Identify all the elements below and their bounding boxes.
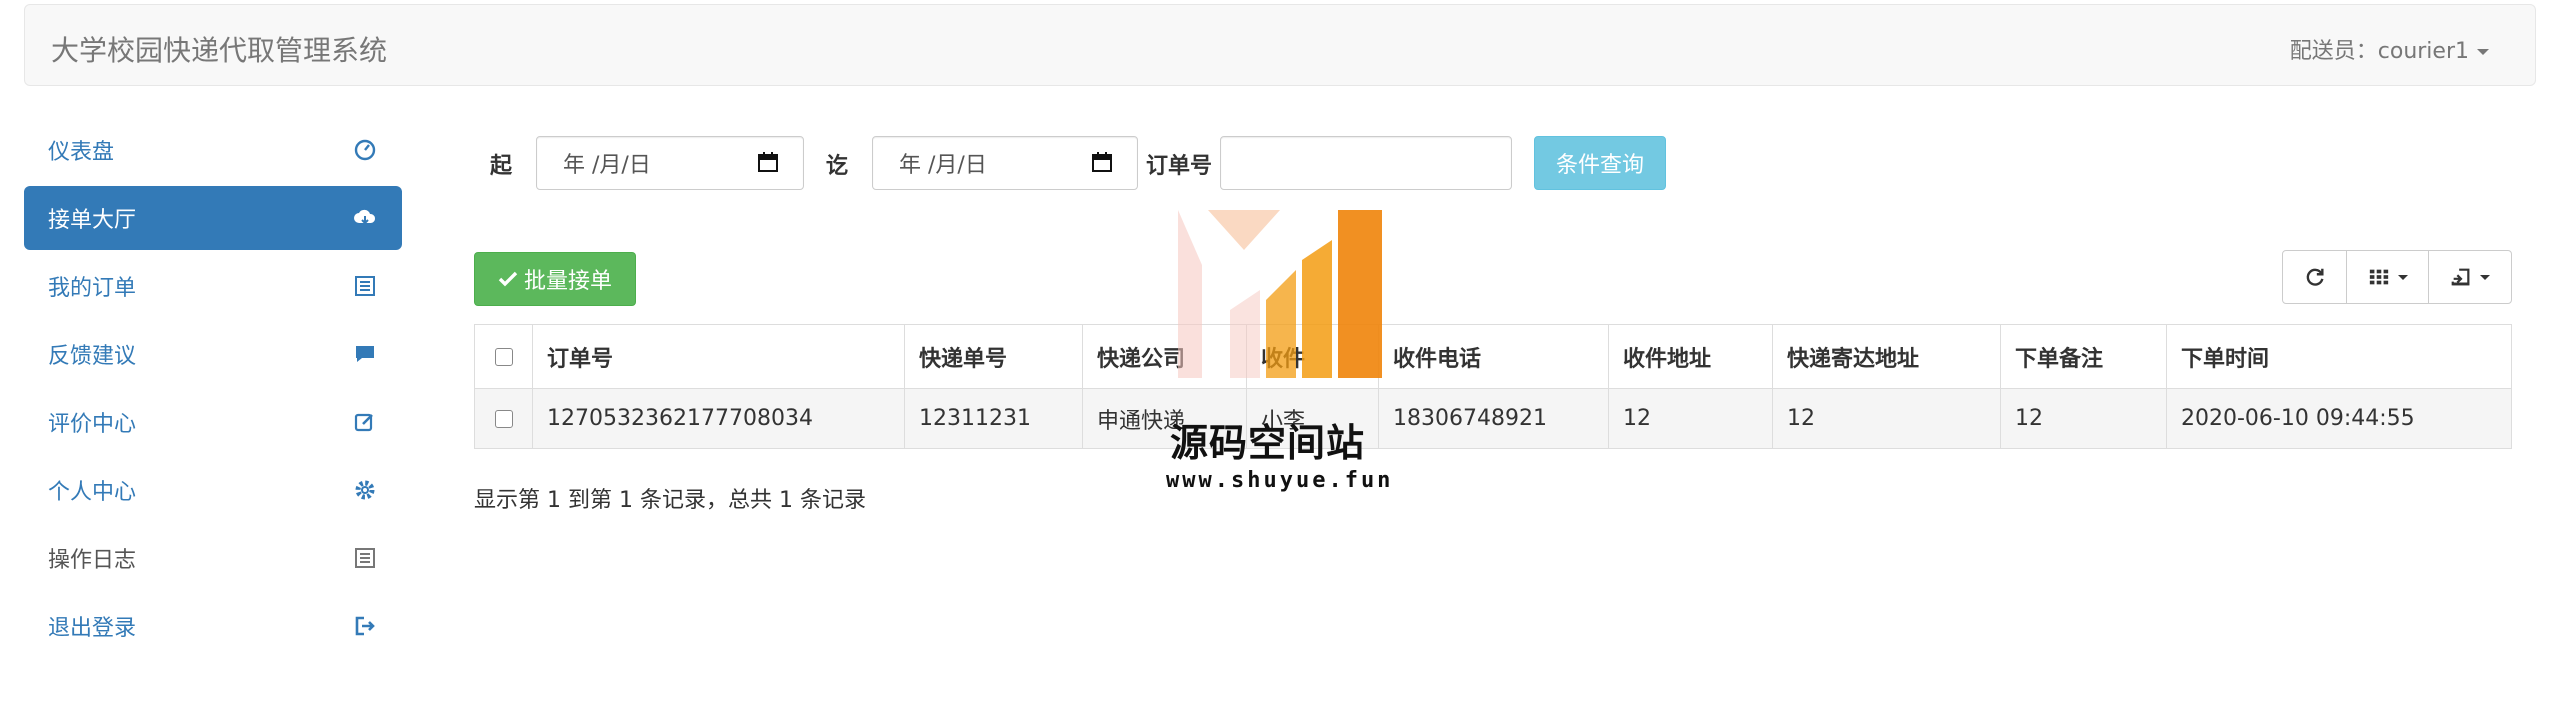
sidebar-nav: 仪表盘 接单大厅 我的订单 反馈建议 评价中心 个人中心 操作日志 退出登录	[24, 118, 402, 662]
end-date-value: 年 /月/日	[899, 153, 987, 178]
order-number-label: 订单号	[1146, 154, 1213, 179]
search-button[interactable]: 条件查询	[1534, 136, 1666, 190]
order-note-cell: 12	[2000, 388, 2167, 449]
start-date-input[interactable]: 年 /月/日	[536, 136, 804, 190]
sidebar-item-label: 退出登录	[48, 616, 137, 641]
sidebar-item-label: 反馈建议	[48, 344, 137, 369]
calendar-icon[interactable]	[757, 151, 779, 173]
app-title[interactable]: 大学校园快递代取管理系统	[51, 29, 387, 69]
watermark-title: 源码空间站	[1170, 421, 1366, 465]
check-icon	[498, 271, 518, 287]
caret-down-icon	[2477, 49, 2489, 55]
list-icon	[352, 545, 378, 571]
sidebar-item-order-hall[interactable]: 接单大厅	[24, 186, 402, 250]
comment-icon	[352, 341, 378, 367]
sidebar-item-label: 我的订单	[48, 276, 137, 301]
column-header[interactable]: 收件电话	[1378, 324, 1609, 389]
recipient-phone-cell: 18306748921	[1378, 388, 1609, 449]
order-number-input[interactable]	[1220, 136, 1512, 190]
pagination-info: 显示第 1 到第 1 条记录，总共 1 条记录	[474, 488, 866, 513]
sidebar-item-label: 评价中心	[48, 412, 137, 437]
caret-down-icon	[2397, 274, 2408, 280]
export-icon	[2451, 268, 2470, 286]
column-header[interactable]: 下单时间	[2166, 324, 2512, 389]
column-header[interactable]: 订单号	[532, 324, 905, 389]
sidebar-item-profile[interactable]: 个人中心	[24, 458, 402, 522]
refresh-icon	[2306, 268, 2324, 286]
order-number-cell: 1270532362177708034	[532, 388, 905, 449]
select-all-cell	[474, 324, 533, 389]
start-date-label: 起	[490, 154, 513, 179]
select-all-checkbox[interactable]	[494, 348, 513, 366]
sidebar-item-dashboard[interactable]: 仪表盘	[24, 118, 402, 182]
table-header-row: 订单号 快递单号 快递公司 收件 收件电话 收件地址 快递寄达地址 下单备注 下…	[474, 324, 2512, 389]
export-button[interactable]	[2429, 251, 2511, 303]
column-header[interactable]: 下单备注	[2000, 324, 2167, 389]
column-header[interactable]: 收件地址	[1608, 324, 1773, 389]
refresh-button[interactable]	[2283, 251, 2347, 303]
start-date-value: 年 /月/日	[563, 153, 651, 178]
row-checkbox[interactable]	[494, 410, 513, 428]
user-menu[interactable]: 配送员：courier1	[2290, 33, 2489, 65]
column-header[interactable]: 快递单号	[904, 324, 1083, 389]
caret-down-icon	[2480, 274, 2490, 280]
user-label: 配送员：courier1	[2289, 39, 2469, 64]
sidebar-item-logout[interactable]: 退出登录	[24, 594, 402, 658]
sidebar-item-operation-log[interactable]: 操作日志	[24, 526, 402, 590]
watermark-url: www.shuyue.fun	[1166, 468, 1394, 493]
cog-icon	[352, 477, 378, 503]
end-date-input[interactable]: 年 /月/日	[872, 136, 1138, 190]
sidebar-item-label: 个人中心	[48, 480, 137, 505]
list-alt-icon	[352, 273, 378, 299]
recipient-address-cell: 12	[1608, 388, 1773, 449]
batch-accept-button[interactable]: 批量接单	[474, 252, 636, 306]
table-toolbar	[2282, 250, 2512, 304]
dashboard-icon	[352, 137, 378, 163]
top-navbar: 大学校园快递代取管理系统 配送员：courier1	[24, 4, 2536, 86]
sidebar-item-reviews[interactable]: 评价中心	[24, 390, 402, 454]
column-header[interactable]: 快递寄达地址	[1772, 324, 2001, 389]
sidebar-item-label: 操作日志	[48, 548, 137, 573]
edit-icon	[352, 409, 378, 435]
sidebar-item-label: 接单大厅	[48, 208, 137, 233]
order-time-cell: 2020-06-10 09:44:55	[2166, 388, 2512, 449]
tracking-number-cell: 12311231	[904, 388, 1083, 449]
row-select-cell	[474, 388, 533, 449]
delivery-address-cell: 12	[1772, 388, 2001, 449]
cloud-download-icon	[352, 205, 378, 231]
calendar-icon[interactable]	[1091, 151, 1113, 173]
end-date-label: 讫	[826, 154, 849, 179]
batch-accept-label: 批量接单	[523, 269, 612, 294]
sidebar-item-feedback[interactable]: 反馈建议	[24, 322, 402, 386]
log-out-icon	[352, 613, 378, 639]
sidebar-item-my-orders[interactable]: 我的订单	[24, 254, 402, 318]
sidebar-item-label: 仪表盘	[48, 140, 115, 165]
columns-toggle-button[interactable]	[2347, 251, 2429, 303]
table-row[interactable]: 1270532362177708034 12311231 申通快递 小李 183…	[474, 388, 2512, 449]
orders-table: 订单号 快递单号 快递公司 收件 收件电话 收件地址 快递寄达地址 下单备注 下…	[474, 324, 2512, 449]
grid-icon	[2369, 269, 2388, 285]
